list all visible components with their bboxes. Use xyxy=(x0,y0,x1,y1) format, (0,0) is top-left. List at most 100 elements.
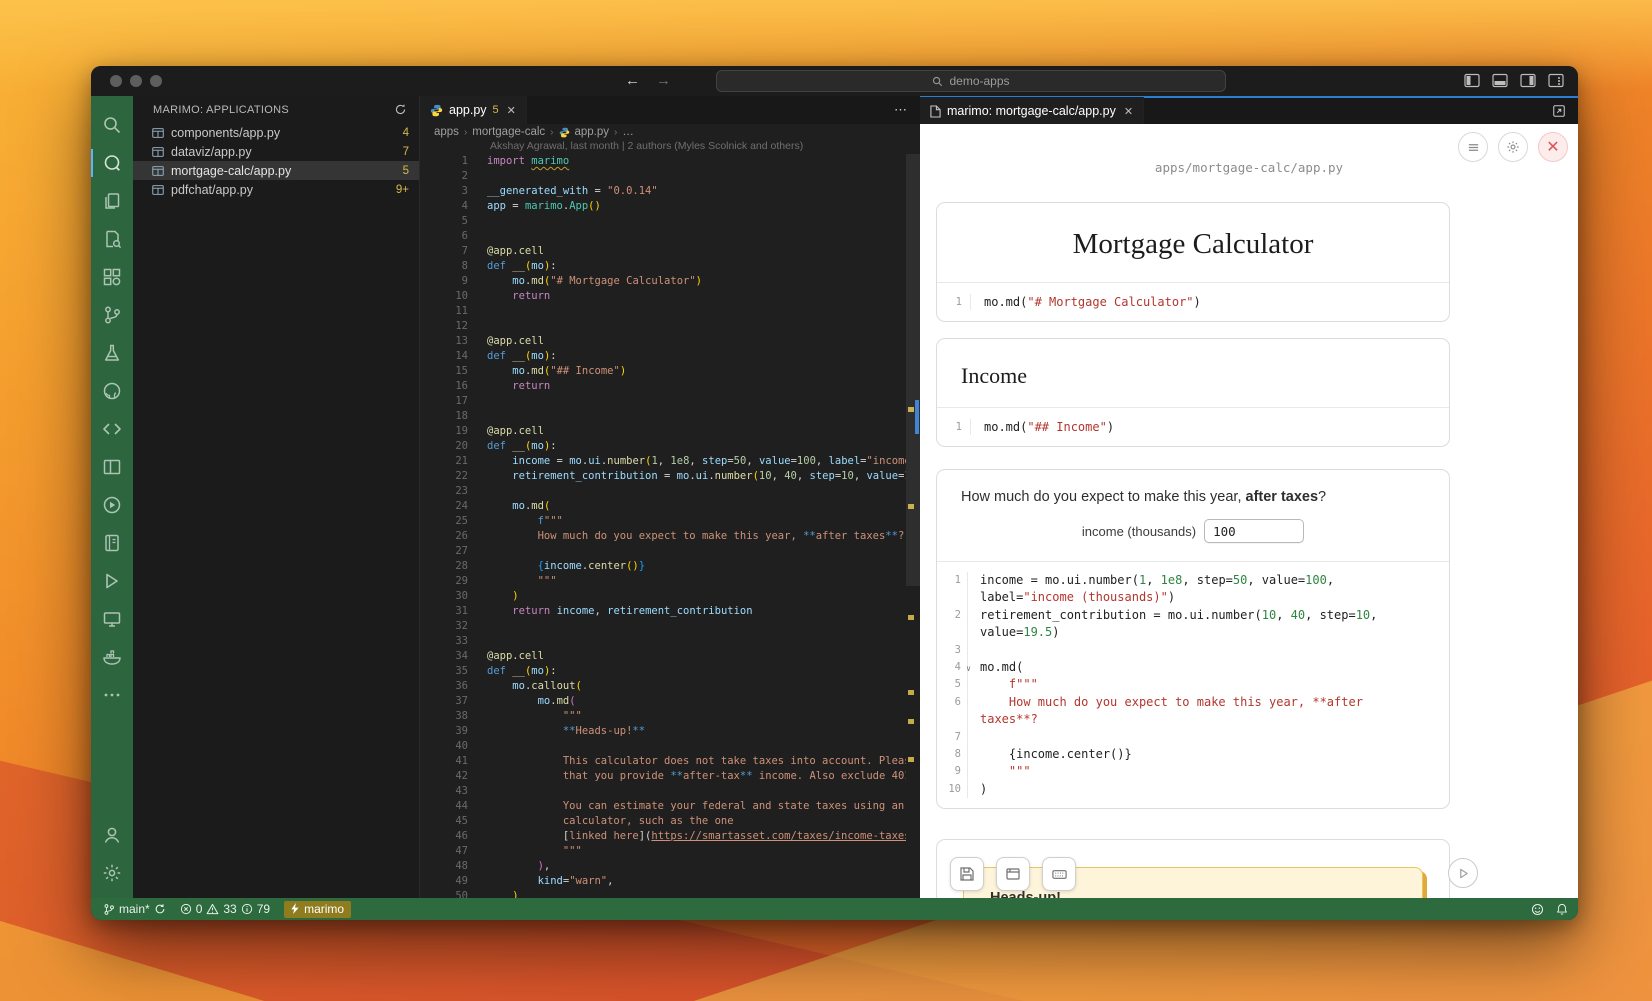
code-line[interactable]: 26 How much do you expect to make this y… xyxy=(420,529,920,544)
code-line[interactable]: 38 """ xyxy=(420,709,920,724)
command-center-search[interactable]: demo-apps xyxy=(716,70,1226,92)
close-tab-icon[interactable]: ✕ xyxy=(507,104,516,117)
code-line[interactable]: 46 [linked here](https://smartasset.com/… xyxy=(420,829,920,844)
close-window-button[interactable] xyxy=(110,75,122,87)
code-line[interactable]: 2retirement_contribution = mo.ui.number(… xyxy=(937,607,1449,642)
toggle-panel-icon[interactable] xyxy=(1492,73,1508,88)
device-icon[interactable] xyxy=(91,600,133,638)
code-line[interactable]: 39 **Heads-up!** xyxy=(420,724,920,739)
marimo-menu-button[interactable] xyxy=(1458,132,1488,162)
code-line[interactable]: 1income = mo.ui.number(1, 1e8, step=50, … xyxy=(937,572,1449,607)
code-line[interactable]: 29 """ xyxy=(420,574,920,589)
code-line[interactable]: 45 calculator, such as the one xyxy=(420,814,920,829)
github-icon[interactable] xyxy=(91,372,133,410)
code-line[interactable]: 18 xyxy=(420,409,920,424)
code-line[interactable]: 23 xyxy=(420,484,920,499)
code-line[interactable]: 1import marimo xyxy=(420,154,920,169)
editor-more-actions-icon[interactable]: ⋯ xyxy=(894,102,920,118)
traffic-lights[interactable] xyxy=(110,75,162,87)
code-line[interactable]: 4∨mo.md( xyxy=(937,659,1449,676)
navigate-back-button[interactable]: ← xyxy=(625,71,640,91)
close-tab-icon[interactable]: ✕ xyxy=(1124,105,1133,118)
code-line[interactable]: 2 xyxy=(420,169,920,184)
settings-icon[interactable] xyxy=(91,854,133,892)
sidebar-item-components-app-py[interactable]: components/app.py4 xyxy=(133,123,419,142)
play-circle-icon[interactable] xyxy=(91,486,133,524)
code-line[interactable]: 6 How much do you expect to make this ye… xyxy=(937,694,1449,729)
keyboard-shortcuts-button[interactable] xyxy=(1042,857,1076,891)
open-in-browser-button[interactable] xyxy=(996,857,1030,891)
problems-status[interactable]: 0 33 79 xyxy=(180,902,270,916)
code-line[interactable]: 48 ), xyxy=(420,859,920,874)
cell-code[interactable]: mo.md("# Mortgage Calculator") xyxy=(971,294,1201,310)
marimo-shutdown-button[interactable]: ✕ xyxy=(1538,132,1568,162)
account-icon[interactable] xyxy=(91,816,133,854)
navigate-forward-button[interactable]: → xyxy=(656,71,671,91)
overview-ruler[interactable] xyxy=(906,154,920,898)
code-line[interactable]: 49 kind="warn", xyxy=(420,874,920,889)
code-line[interactable]: 25 f""" xyxy=(420,514,920,529)
code-line[interactable]: 4app = marimo.App() xyxy=(420,199,920,214)
breadcrumb-item[interactable]: apps xyxy=(434,126,459,138)
code-line[interactable]: 3__generated_with = "0.0.14" xyxy=(420,184,920,199)
tab-app-py[interactable]: app.py 5 ✕ xyxy=(420,96,527,124)
run-icon[interactable] xyxy=(91,562,133,600)
income-number-input[interactable] xyxy=(1204,519,1304,543)
open-external-icon[interactable] xyxy=(1552,104,1578,118)
code-line[interactable]: 41 This calculator does not take taxes i… xyxy=(420,754,920,769)
code-line[interactable]: 24 mo.md( xyxy=(420,499,920,514)
code-line[interactable]: 31 return income, retirement_contributio… xyxy=(420,604,920,619)
code-line[interactable]: 20def __(mo): xyxy=(420,439,920,454)
bell-icon[interactable] xyxy=(1556,903,1568,916)
feedback-icon[interactable] xyxy=(1531,903,1544,916)
code-line[interactable]: 33 xyxy=(420,634,920,649)
code-line[interactable]: 21 income = mo.ui.number(1, 1e8, step=50… xyxy=(420,454,920,469)
code-line[interactable]: 6 xyxy=(420,229,920,244)
breadcrumb[interactable]: apps›mortgage-calc›app.py›… xyxy=(420,124,920,140)
code-line[interactable]: 5 xyxy=(420,214,920,229)
code-line[interactable]: 15 mo.md("## Income") xyxy=(420,364,920,379)
file-search-icon[interactable] xyxy=(91,220,133,258)
code-line[interactable]: 47 """ xyxy=(420,844,920,859)
code-line[interactable]: 5 f""" xyxy=(937,676,1449,693)
code-line[interactable]: 7 xyxy=(937,729,1449,746)
code-line[interactable]: 8def __(mo): xyxy=(420,259,920,274)
breadcrumb-item[interactable]: mortgage-calc xyxy=(472,126,545,138)
more-icon[interactable] xyxy=(91,676,133,714)
code-line[interactable]: 37 mo.md( xyxy=(420,694,920,709)
breadcrumb-item[interactable]: app.py xyxy=(575,126,610,138)
code-line[interactable]: 12 xyxy=(420,319,920,334)
search-icon[interactable] xyxy=(91,106,133,144)
files-icon[interactable] xyxy=(91,182,133,220)
code-line[interactable]: 8 {income.center()} xyxy=(937,746,1449,763)
code-line[interactable]: 42 that you provide **after-tax** income… xyxy=(420,769,920,784)
refresh-icon[interactable] xyxy=(394,103,407,116)
toggle-secondary-sidebar-icon[interactable] xyxy=(1520,73,1536,88)
code-line[interactable]: 3 xyxy=(937,642,1449,659)
code-line[interactable]: 34@app.cell xyxy=(420,649,920,664)
code-line[interactable]: 30 ) xyxy=(420,589,920,604)
beaker-icon[interactable] xyxy=(91,334,133,372)
code-line[interactable]: 40 xyxy=(420,739,920,754)
code-line[interactable]: 17 xyxy=(420,394,920,409)
code-line[interactable]: 16 return xyxy=(420,379,920,394)
code-line[interactable]: 10) xyxy=(937,781,1449,798)
code-line[interactable]: 43 xyxy=(420,784,920,799)
customize-layout-icon[interactable] xyxy=(1548,73,1564,88)
code-line[interactable]: 13@app.cell xyxy=(420,334,920,349)
run-app-button[interactable] xyxy=(1448,858,1478,888)
extensions-icon[interactable] xyxy=(91,258,133,296)
code-line[interactable]: 22 retirement_contribution = mo.ui.numbe… xyxy=(420,469,920,484)
code-editor[interactable]: 1import marimo23__generated_with = "0.0.… xyxy=(420,154,920,898)
code-line[interactable]: 28 {income.center()} xyxy=(420,559,920,574)
tab-marimo-preview[interactable]: marimo: mortgage-calc/app.py ✕ xyxy=(920,97,1144,125)
cell-code-block[interactable]: 1income = mo.ui.number(1, 1e8, step=50, … xyxy=(937,561,1449,808)
code-line[interactable]: 50 ) xyxy=(420,889,920,898)
fold-chevron-icon[interactable]: ∨ xyxy=(966,660,971,677)
code-line[interactable]: 11 xyxy=(420,304,920,319)
save-button[interactable] xyxy=(950,857,984,891)
git-branch-icon[interactable] xyxy=(91,296,133,334)
code-line[interactable]: 35def __(mo): xyxy=(420,664,920,679)
code-line[interactable]: 36 mo.callout( xyxy=(420,679,920,694)
marimo-status-badge[interactable]: marimo xyxy=(284,901,351,918)
